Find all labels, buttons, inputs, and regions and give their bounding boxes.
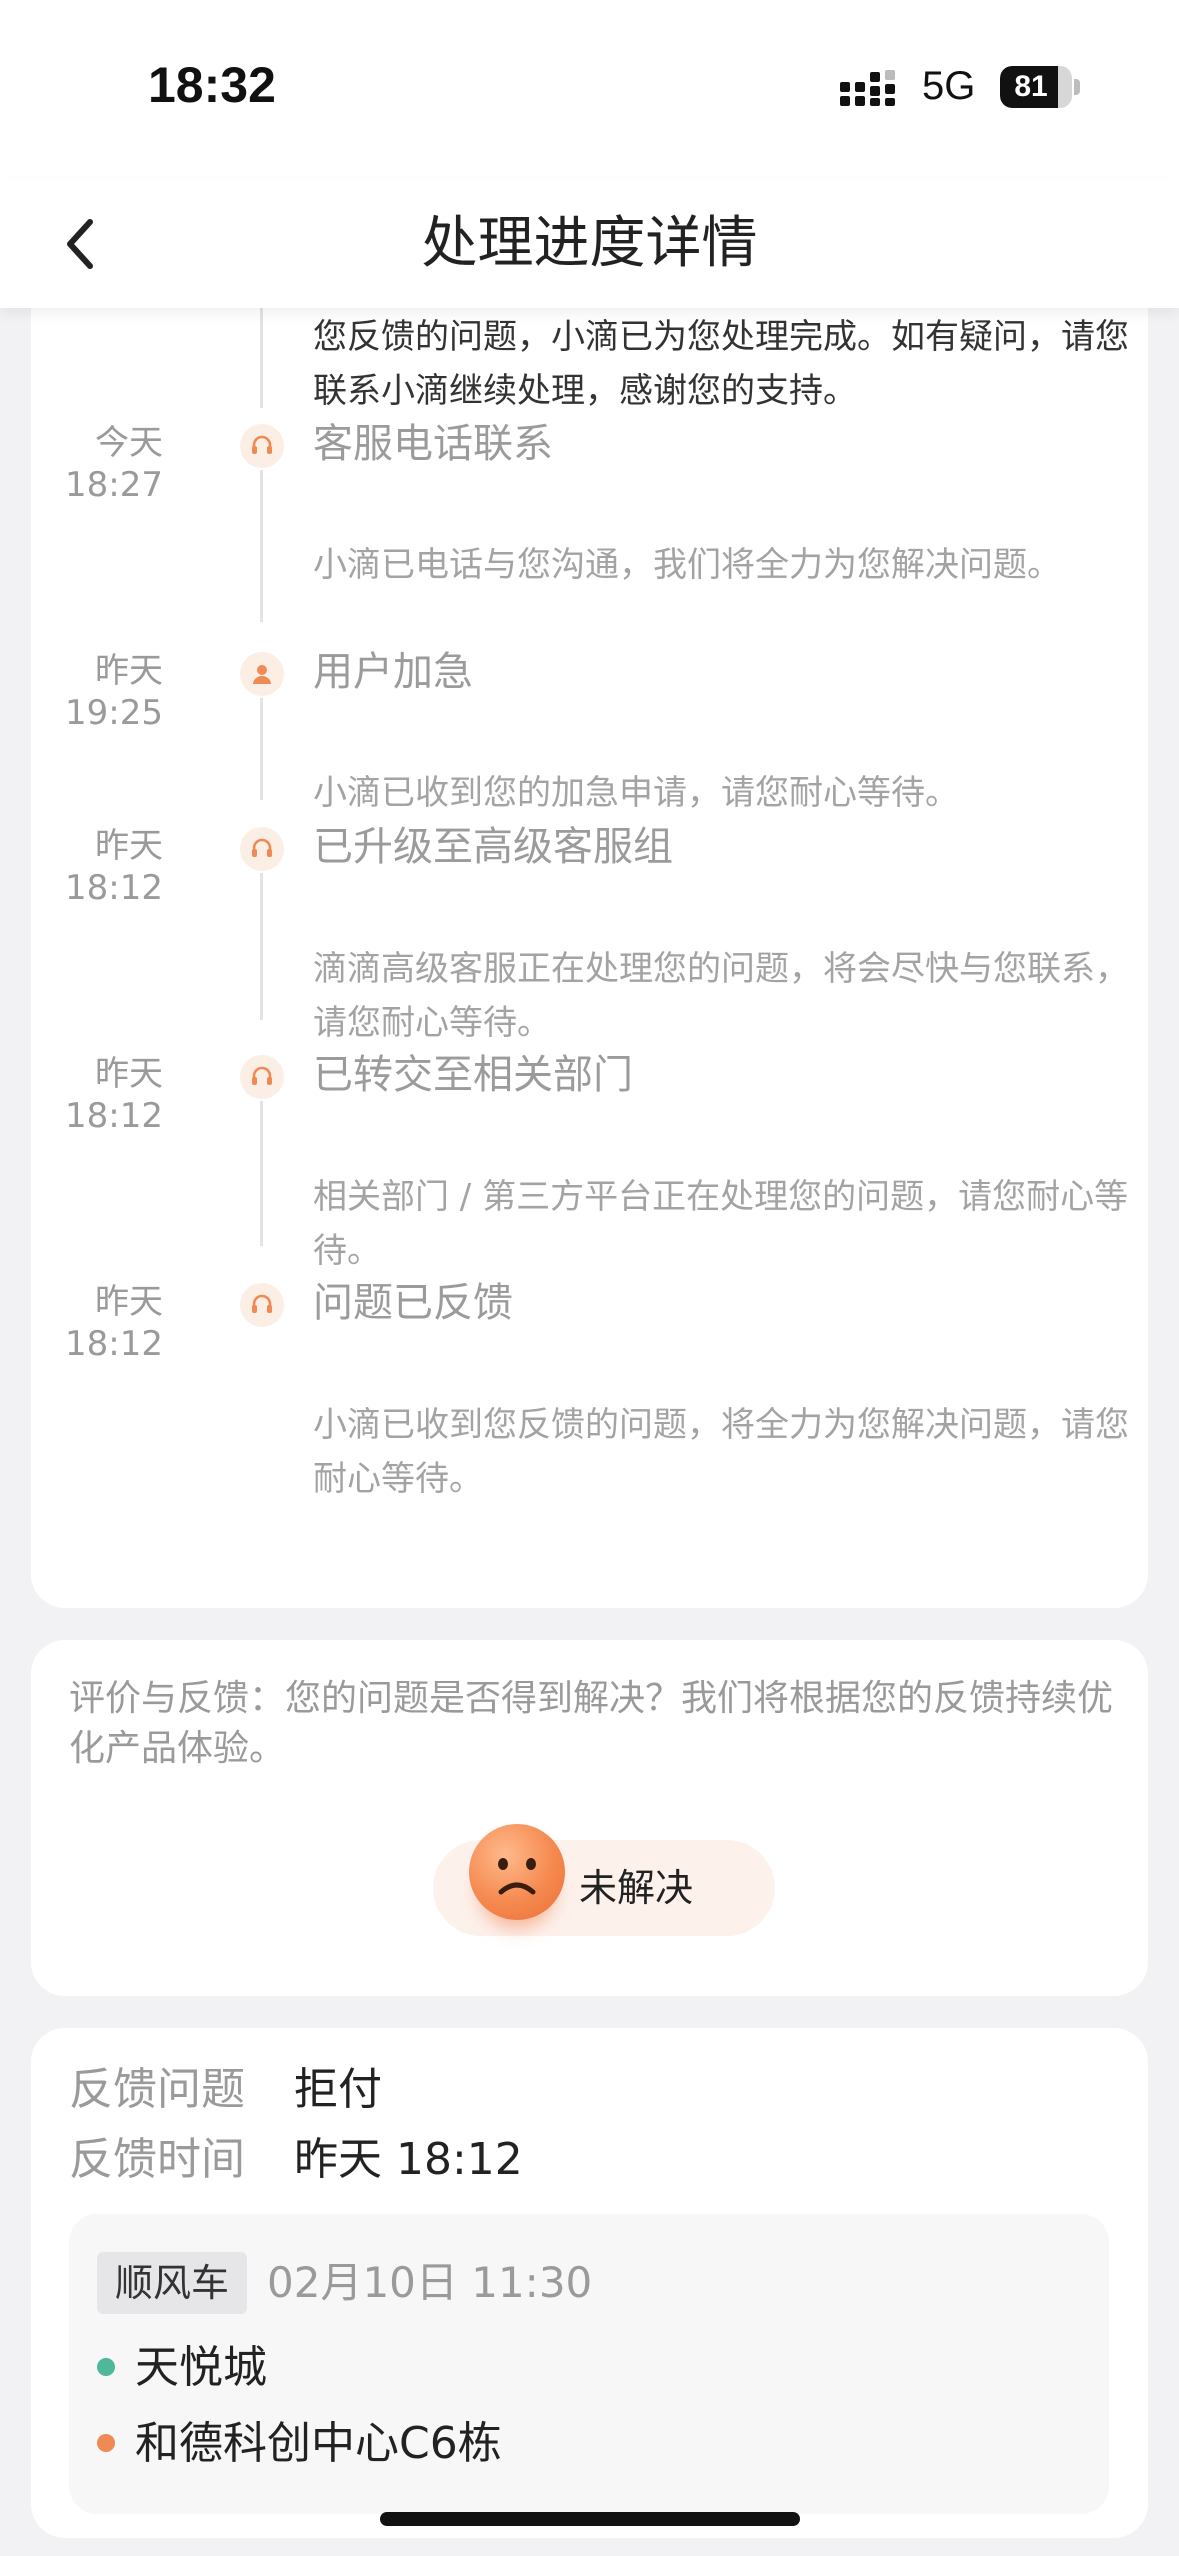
timeline-date: 昨天 [95, 826, 163, 866]
timeline-description: 小滴已收到您的加急申请，请您耐心等待。 [313, 773, 959, 813]
timeline-datetime: 昨天 18:12 [13, 1281, 163, 1365]
home-indicator[interactable] [380, 2512, 800, 2526]
headset-icon [240, 827, 284, 871]
issue-info-card: 反馈问题 拒付 反馈时间 昨天 18:12 顺风车 02月10日 11:30 天悦城… [31, 2028, 1148, 2538]
timeline-date: 昨天 [95, 1282, 163, 1322]
issue-value: 拒付 [294, 2064, 382, 2115]
status-time: 18:32 [148, 57, 276, 113]
status-bar: 18:32 5G 81 [0, 0, 1179, 180]
timeline-date: 昨天 [95, 651, 163, 691]
timeline-connector [260, 873, 263, 1020]
headset-icon [240, 424, 284, 468]
battery-icon: 81 [1000, 66, 1082, 108]
timeline-description: 滴滴高级客服正在处理您的问题，将会尽快与您联系，请您耐心等待。 [313, 949, 1129, 1043]
trip-type-badge: 顺风车 [97, 2252, 248, 2314]
issue-label: 反馈问题 [69, 2064, 245, 2115]
timeline-title: 问题已反馈 [313, 1280, 513, 1326]
timeline-time: 18:12 [65, 868, 163, 908]
timeline-connector [260, 470, 263, 622]
sad-face-icon[interactable] [469, 1824, 565, 1920]
feedback-time-row: 反馈时间 昨天 18:12 [69, 2130, 523, 2190]
page-title: 处理进度详情 [421, 211, 758, 276]
trip-end: 和德科创中心C6栋 [97, 2412, 502, 2476]
network-type: 5G [922, 64, 976, 108]
headset-icon [240, 1055, 284, 1099]
timeline-datetime: 昨天 18:12 [13, 1053, 163, 1137]
battery-level: 81 [1014, 70, 1048, 103]
timeline-time: 18:12 [65, 1096, 163, 1136]
timeline-datetime: 昨天 18:12 [13, 825, 163, 909]
progress-timeline-card: 今天18:29处理完成您反馈的问题，小滴已为您处理完成。如有疑问，请您联系小滴继… [31, 189, 1148, 1608]
timeline-description: 小滴已收到您反馈的问题，将全力为您解决问题，请您耐心等待。 [313, 1405, 1129, 1499]
trip-start: 天悦城 [97, 2336, 267, 2400]
back-button[interactable] [40, 204, 120, 284]
timeline-date: 今天 [95, 423, 163, 463]
trip-start-label: 天悦城 [135, 2342, 267, 2393]
timeline-description: 小滴已电话与您沟通，我们将全力为您解决问题。 [313, 545, 1061, 585]
headset-icon [240, 1283, 284, 1327]
timeline-time: 18:12 [65, 1324, 163, 1364]
feedback-time-value: 昨天 18:12 [294, 2134, 523, 2185]
signal-icon [840, 70, 895, 106]
start-dot-icon [97, 2358, 115, 2376]
timeline-date: 昨天 [95, 1054, 163, 1094]
timeline-title: 用户加急 [313, 649, 473, 695]
chevron-left-icon [67, 219, 93, 269]
timeline-datetime: 昨天 19:25 [13, 650, 163, 734]
unresolved-label[interactable]: 未解决 [579, 1840, 693, 1936]
timeline-title: 已升级至高级客服组 [313, 824, 673, 870]
feedback-card: 评价与反馈：您的问题是否得到解决？我们将根据您的反馈持续优化产品体验。 未解决 [31, 1640, 1148, 1996]
user-icon [240, 652, 284, 696]
feedback-prompt: 评价与反馈：您的问题是否得到解决？我们将根据您的反馈持续优化产品体验。 [69, 1678, 1114, 1769]
timeline-connector [260, 698, 263, 800]
timeline-datetime: 今天 18:27 [13, 422, 163, 506]
trip-datetime: 02月10日 11:30 [267, 2258, 593, 2307]
feedback-time-label: 反馈时间 [69, 2134, 245, 2185]
timeline-description: 您反馈的问题，小滴已为您处理完成。如有疑问，请您联系小滴继续处理，感谢您的支持。 [313, 317, 1129, 411]
timeline-title: 客服电话联系 [313, 421, 553, 467]
trip-summary[interactable]: 顺风车 02月10日 11:30 天悦城 和德科创中心C6栋 [69, 2214, 1109, 2514]
issue-row: 反馈问题 拒付 [69, 2060, 382, 2120]
nav-bar: 处理进度详情 [0, 180, 1179, 308]
timeline-description: 相关部门 / 第三方平台正在处理您的问题，请您耐心等待。 [313, 1177, 1129, 1271]
end-dot-icon [97, 2434, 115, 2452]
timeline-time: 19:25 [65, 693, 163, 733]
timeline-connector [260, 1101, 263, 1246]
timeline-time: 18:27 [65, 465, 163, 505]
trip-end-label: 和德科创中心C6栋 [135, 2418, 502, 2469]
timeline-title: 已转交至相关部门 [313, 1052, 633, 1098]
